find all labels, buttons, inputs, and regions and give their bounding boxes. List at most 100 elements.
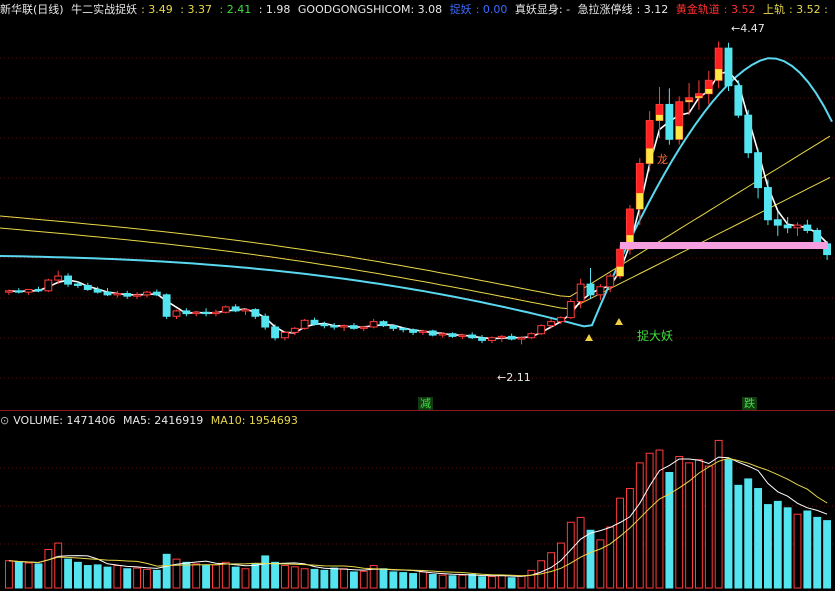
volume-bar: [783, 507, 792, 589]
candle-body: [14, 290, 23, 293]
indicator-value-4: : 1.98: [258, 3, 291, 16]
volume-bar: [231, 566, 240, 589]
candle-body: [5, 290, 13, 293]
volume-bar: [44, 549, 53, 589]
candle-body: [419, 330, 427, 333]
candle-body: [724, 47, 733, 87]
candle-body: [586, 283, 595, 296]
candle-body: [133, 294, 141, 297]
candle-body: [527, 333, 536, 339]
volume-bar: [14, 561, 23, 589]
candle-body: [310, 319, 319, 325]
candle-body: [83, 284, 92, 290]
candle-highlight: [636, 193, 644, 210]
panel-toggle-icon[interactable]: ⊙: [0, 414, 9, 427]
stock-name[interactable]: 新华联(日线): [0, 3, 64, 16]
candle-body: [409, 329, 417, 333]
volume-bar: [162, 553, 171, 589]
volume-bar: [497, 574, 506, 589]
stock-chart-window: 新华联(日线) 牛二实战捉妖: 3.49 : 3.37 : 2.41 : 1.9…: [0, 0, 835, 591]
candle-body: [379, 321, 388, 327]
volume-bar: [5, 560, 13, 589]
candle-body: [34, 288, 43, 292]
volume-value: VOLUME: 1471406: [13, 414, 116, 427]
volume-bar: [103, 566, 112, 589]
left-arrow-icon: ←: [731, 22, 741, 35]
candle-body: [468, 334, 477, 339]
candle-body: [54, 275, 63, 281]
volume-bar: [773, 500, 782, 589]
price-chart[interactable]: [0, 18, 835, 410]
candle-body: [665, 103, 674, 140]
volume-bar: [399, 572, 408, 589]
volume-bar: [93, 564, 102, 589]
die-tag: 跌: [742, 397, 757, 410]
candle-body: [182, 310, 191, 315]
volume-bar: [113, 565, 122, 589]
candle-body: [428, 330, 437, 336]
candle-body: [566, 301, 575, 319]
candle-body: [389, 325, 398, 329]
candle-body: [606, 275, 615, 288]
candle-highlight: [685, 100, 693, 102]
candle-highlight: [715, 69, 723, 81]
indicator-value-1: : 3.49: [141, 3, 173, 16]
volume-bar: [300, 568, 309, 589]
zhuoyao-label: 捉妖: [449, 3, 472, 16]
candle-body: [399, 327, 408, 331]
volume-bar: [54, 542, 63, 589]
volume-header: ⊙ VOLUME: 1471406 MA5: 2416919 MA10: 1954…: [0, 413, 302, 429]
candle-body: [497, 335, 506, 339]
volume-bar: [428, 574, 437, 589]
candle-body: [557, 317, 565, 323]
volume-bar: [527, 569, 536, 589]
volume-bar: [724, 459, 733, 589]
volume-bar: [261, 555, 270, 589]
candle-body: [438, 333, 447, 336]
volume-ma10-line: [8, 457, 828, 577]
candle-body: [773, 219, 782, 226]
zhuodayao-signal-label: 捉大妖: [637, 329, 674, 343]
volume-bar: [152, 569, 161, 589]
candle-body: [320, 323, 329, 327]
jila-label: 急拉涨停线: [577, 3, 633, 16]
candle-body: [261, 315, 270, 328]
volume-bar: [813, 516, 822, 589]
volume-bar: [754, 488, 763, 589]
volume-bar: [409, 573, 417, 589]
volume-ma5: MA5: 2416919: [122, 414, 204, 427]
volume-bar: [24, 562, 33, 589]
candle-body: [803, 224, 812, 231]
volume-bar: [616, 497, 625, 589]
volume-bar: [448, 575, 457, 589]
candle-body: [152, 291, 161, 296]
volume-bar: [330, 567, 339, 589]
volume-bar: [389, 571, 398, 589]
zhenyao-label: 真妖显身: -: [514, 3, 571, 16]
indicator-name[interactable]: 牛二实战捉妖: [71, 3, 137, 16]
candle-body: [350, 325, 358, 329]
candle-body: [793, 224, 802, 229]
volume-bar: [596, 539, 605, 589]
pink-level-band: [620, 242, 828, 249]
volume-bar: [221, 561, 230, 589]
long-marker: 龙: [657, 153, 668, 166]
candle-body: [74, 283, 82, 286]
volume-bar: [438, 574, 447, 589]
volume-chart[interactable]: [0, 430, 835, 590]
volume-bar: [557, 542, 565, 589]
volume-bar: [74, 561, 82, 589]
candle-highlight: [695, 96, 703, 98]
volume-bar: [172, 558, 181, 589]
volume-bar: [734, 484, 743, 589]
candle-body: [576, 283, 585, 303]
volume-bar: [379, 568, 388, 589]
volume-bar: [359, 570, 368, 589]
candle-body: [340, 325, 348, 328]
huangjin-value: : 3.52: [723, 3, 756, 16]
candle-body: [764, 187, 772, 221]
volume-bar: [675, 455, 684, 589]
candle-highlight: [646, 148, 654, 164]
candle-body: [93, 288, 102, 293]
candle-body: [162, 294, 171, 317]
